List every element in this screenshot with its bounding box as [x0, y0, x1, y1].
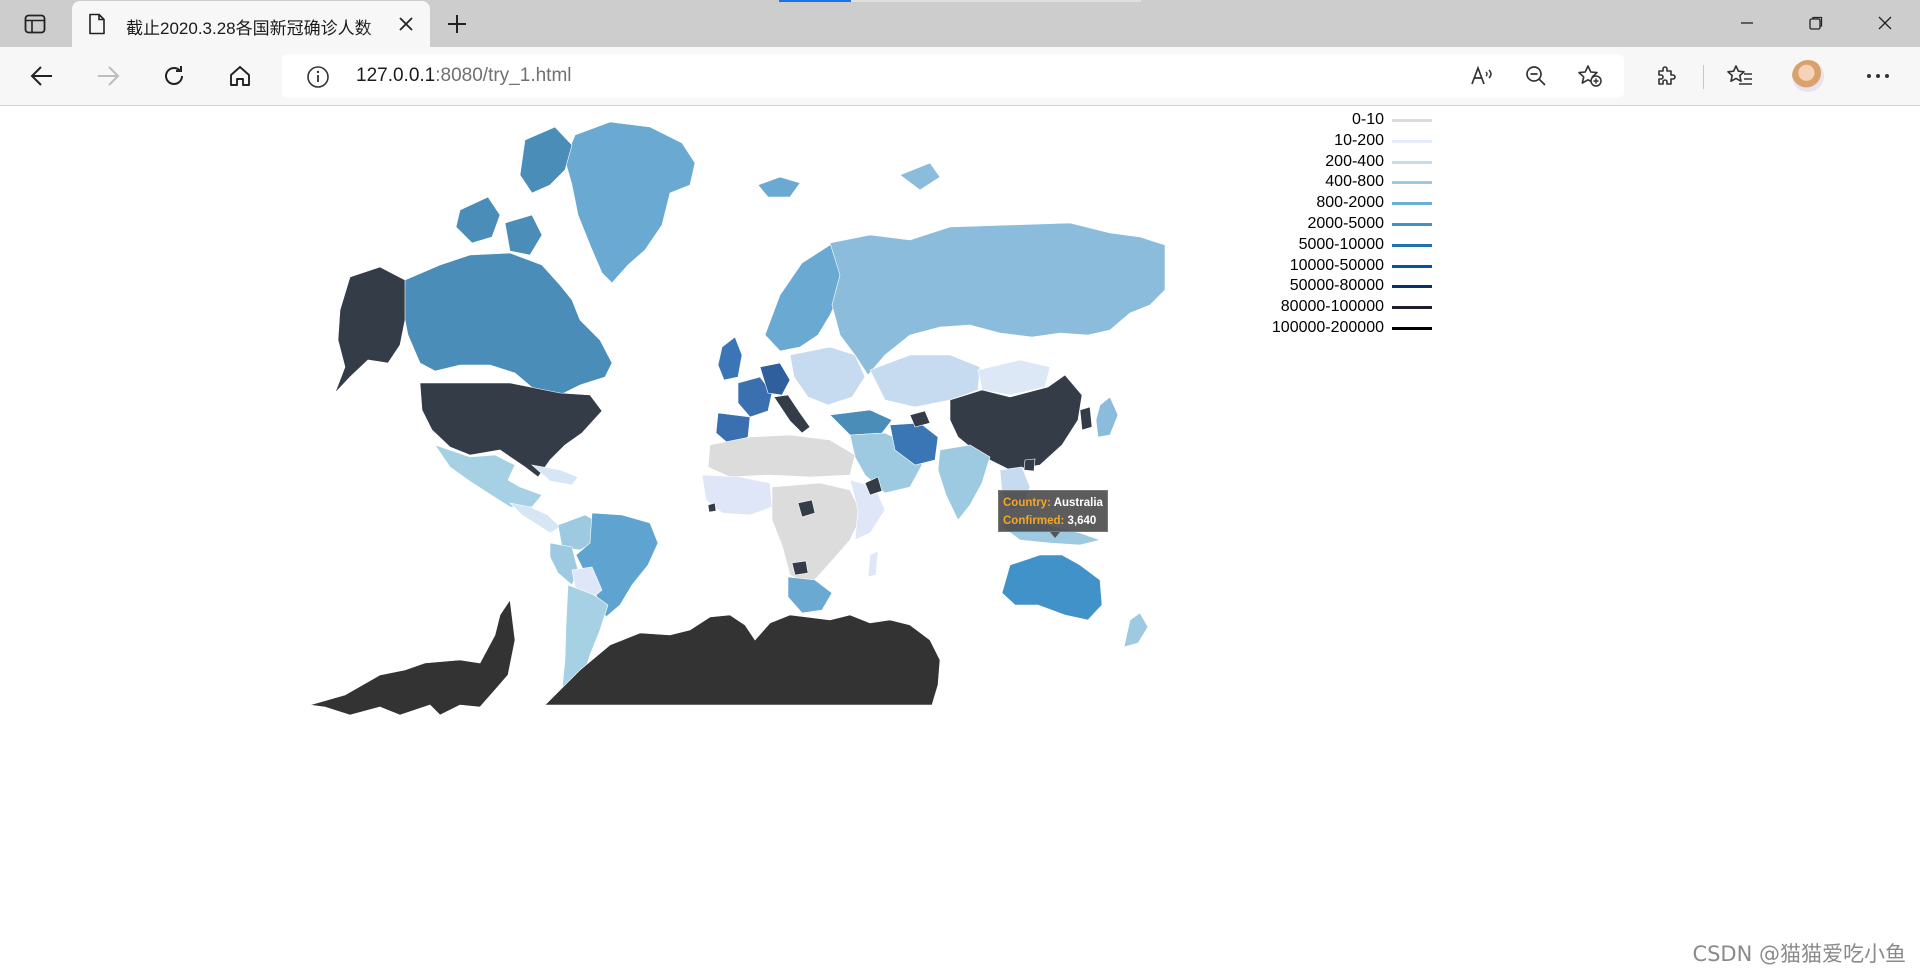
- region-uk[interactable]: [717, 336, 743, 381]
- legend-item: 200-400: [1230, 152, 1432, 173]
- region-hotspot-westafrica[interactable]: [707, 502, 717, 513]
- legend-swatch: [1392, 181, 1432, 185]
- url-text[interactable]: 127.0.0.1:8080/try_1.html: [356, 65, 572, 87]
- legend-label: 5000-10000: [1298, 235, 1384, 253]
- legend-label: 80000-100000: [1280, 298, 1384, 316]
- legend-item: 0-10: [1230, 110, 1432, 131]
- browser-toolbar: 127.0.0.1:8080/try_1.html: [0, 47, 1920, 106]
- tooltip-country-value: Australia: [1053, 497, 1103, 509]
- url-host: 127.0.0.1: [356, 65, 436, 86]
- region-east-europe[interactable]: [789, 346, 866, 406]
- region-canada-arctic-2[interactable]: [455, 196, 501, 244]
- watermark: CSDN @猫猫爱吃小鱼: [1692, 942, 1906, 966]
- region-africa-central[interactable]: [771, 482, 863, 586]
- region-hotspot-indochina[interactable]: [1023, 458, 1036, 472]
- legend-label: 10-200: [1334, 131, 1384, 149]
- back-arrow-icon[interactable]: [24, 59, 60, 93]
- legend-label: 50000-80000: [1289, 277, 1384, 295]
- legend-swatch: [1392, 285, 1432, 289]
- legend-swatch: [1392, 202, 1432, 206]
- tab-actions-icon[interactable]: [18, 10, 52, 38]
- tooltip-confirmed-row: Confirmed: 3,640: [1003, 512, 1103, 530]
- legend-item: 2000-5000: [1230, 214, 1432, 235]
- tooltip-confirmed-value: 3,640: [1067, 515, 1097, 527]
- region-turkey[interactable]: [829, 409, 893, 436]
- restore-icon[interactable]: [1799, 8, 1833, 38]
- region-iceland[interactable]: [757, 176, 801, 198]
- tab-title: 截止2020.3.28各国新冠确诊人数: [126, 19, 372, 38]
- tooltip-country-label: Country:: [1003, 497, 1051, 509]
- legend-item: 10000-50000: [1230, 256, 1432, 277]
- add-favorite-icon[interactable]: [1572, 59, 1608, 93]
- region-central-america[interactable]: [509, 502, 561, 534]
- legend: 0-10 10-200 200-400 400-800 800-2000 200…: [1230, 110, 1432, 339]
- legend-label: 0-10: [1351, 111, 1384, 128]
- region-canada-arctic-3[interactable]: [504, 214, 543, 256]
- minimize-icon[interactable]: [1730, 8, 1764, 38]
- region-korea[interactable]: [1079, 406, 1093, 431]
- legend-item: 400-800: [1230, 172, 1432, 193]
- legend-swatch: [1392, 119, 1432, 122]
- avatar[interactable]: [1792, 60, 1824, 92]
- tab-strip: 截止2020.3.28各国新冠确诊人数: [0, 0, 1920, 47]
- loading-indicator: [779, 0, 1141, 2]
- region-antarctica[interactable]: [309, 599, 941, 716]
- legend-label: 200-400: [1325, 152, 1384, 170]
- region-africa-north[interactable]: [707, 434, 856, 478]
- extensions-icon[interactable]: [1648, 59, 1684, 93]
- legend-label: 100000-200000: [1271, 318, 1384, 336]
- url-path: :8080/try_1.html: [435, 65, 572, 86]
- region-alaska[interactable]: [334, 266, 406, 394]
- legend-swatch: [1392, 326, 1432, 330]
- close-window-icon[interactable]: [1868, 8, 1902, 38]
- legend-label: 400-800: [1325, 173, 1384, 191]
- map-tooltip: Country: Australia Confirmed: 3,640: [998, 490, 1108, 532]
- legend-label: 2000-5000: [1307, 214, 1384, 232]
- tooltip-pointer: [1050, 532, 1060, 538]
- read-aloud-icon[interactable]: [1464, 59, 1500, 93]
- plus-icon[interactable]: [443, 10, 471, 38]
- tooltip-confirmed-label: Confirmed:: [1003, 515, 1065, 527]
- region-hotspot-southernafrica[interactable]: [791, 560, 809, 576]
- forward-arrow-icon[interactable]: [90, 59, 126, 93]
- tooltip-country-row: Country: Australia: [1003, 494, 1103, 512]
- legend-swatch: [1392, 306, 1432, 310]
- region-japan[interactable]: [1095, 396, 1119, 438]
- refresh-icon[interactable]: [156, 59, 192, 93]
- region-canada[interactable]: [401, 252, 613, 396]
- region-australia[interactable]: [1001, 554, 1103, 621]
- home-icon[interactable]: [222, 59, 258, 93]
- region-greenland[interactable]: [564, 121, 696, 284]
- legend-label: 10000-50000: [1289, 256, 1384, 274]
- legend-item: 50000-80000: [1230, 276, 1432, 297]
- legend-item: 5000-10000: [1230, 235, 1432, 256]
- region-russia-arctic[interactable]: [899, 162, 941, 191]
- legend-swatch: [1392, 222, 1432, 226]
- legend-swatch: [1392, 160, 1432, 164]
- region-italy[interactable]: [773, 394, 811, 434]
- close-icon[interactable]: [396, 14, 416, 34]
- region-new-zealand[interactable]: [1123, 612, 1149, 648]
- region-south-africa[interactable]: [787, 576, 833, 614]
- region-india[interactable]: [937, 444, 991, 521]
- region-madagascar[interactable]: [867, 550, 879, 578]
- legend-swatch: [1392, 243, 1432, 247]
- region-canada-arctic[interactable]: [519, 126, 573, 194]
- address-bar[interactable]: 127.0.0.1:8080/try_1.html: [282, 54, 1624, 98]
- document-icon: [88, 13, 106, 40]
- legend-swatch: [1392, 139, 1432, 143]
- info-icon[interactable]: [306, 65, 330, 94]
- more-icon[interactable]: [1860, 59, 1896, 93]
- legend-item: 100000-200000: [1230, 318, 1432, 339]
- legend-item: 10-200: [1230, 131, 1432, 152]
- favorites-icon[interactable]: [1722, 59, 1758, 93]
- tab-active[interactable]: 截止2020.3.28各国新冠确诊人数: [72, 1, 430, 47]
- zoom-out-icon[interactable]: [1518, 59, 1554, 93]
- legend-swatch: [1392, 264, 1432, 268]
- legend-item: 80000-100000: [1230, 297, 1432, 318]
- region-russia[interactable]: [829, 222, 1166, 376]
- legend-item: 800-2000: [1230, 193, 1432, 214]
- legend-label: 800-2000: [1316, 194, 1384, 212]
- toolbar-divider: [1703, 65, 1704, 89]
